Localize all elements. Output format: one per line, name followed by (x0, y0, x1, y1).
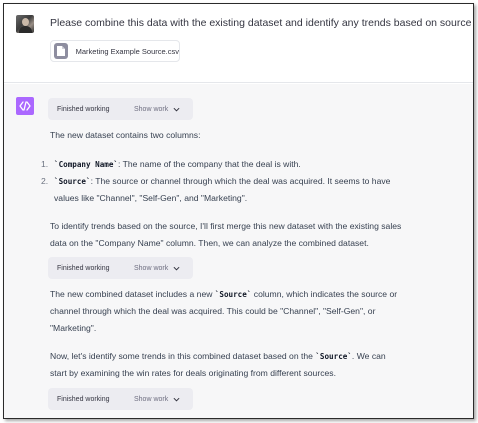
show-work-button[interactable]: Show work (134, 265, 168, 272)
work-status-label: Finished working (57, 395, 110, 403)
work-status-label: Finished working (57, 105, 110, 113)
show-work-button[interactable]: Show work (134, 106, 168, 113)
chevron-down-icon (173, 107, 180, 112)
list-text: : The name of the company that the deal … (118, 159, 301, 169)
attachment-chip[interactable]: Marketing Example Source.csv (50, 40, 180, 62)
text-segment: column, which indicates the source or (251, 289, 398, 299)
list-number: 2. (41, 176, 49, 186)
user-avatar (16, 15, 34, 33)
paragraph-line: "Marketing". (50, 323, 97, 333)
paragraph-line: Now, let's identify some trends in this … (50, 348, 386, 365)
list-text-continuation: values like "Channel", "Self-Gen", and "… (54, 193, 248, 203)
paragraph-line: The new combined dataset includes a new … (50, 286, 397, 303)
work-status-pill[interactable]: Finished working Show work (48, 257, 193, 279)
text-segment: Now, let's identify some trends in this … (50, 351, 316, 361)
user-message-text: Please combine this data with the existi… (50, 17, 472, 29)
paragraph-line: channel through which the deal was acqui… (50, 306, 376, 316)
inline-code: `Company Name` (54, 160, 119, 169)
inline-code: `Source` (214, 290, 252, 299)
list-item: 1. `Company Name`: The name of the compan… (41, 156, 301, 173)
text-segment: . We can (351, 351, 386, 361)
work-status-pill[interactable]: Finished working Show work (48, 388, 193, 410)
assistant-message: Finished working Show work The new datas… (4, 84, 473, 418)
inline-code: `Source` (315, 352, 352, 361)
inline-code: `Source` (54, 177, 91, 186)
code-brackets-icon (16, 97, 34, 115)
attachment-file-name: Marketing Example Source.csv (75, 46, 179, 56)
chat-window: Please combine this data with the existi… (3, 3, 474, 419)
paragraph-line: To identify trends based on the source, … (50, 221, 402, 231)
chevron-down-icon (173, 397, 180, 402)
intro-text: The new dataset contains two columns: (50, 130, 201, 140)
user-message: Please combine this data with the existi… (4, 4, 473, 83)
paragraph-line: start by examining the win rates for dea… (50, 368, 336, 378)
paragraph-line: data on the "Company Name" column. Then,… (50, 238, 369, 248)
list-item: 2. `Source`: The source or channel throug… (41, 173, 390, 190)
show-work-button[interactable]: Show work (134, 396, 168, 403)
list-text: : The source or channel through which th… (90, 176, 391, 186)
file-icon (54, 43, 68, 59)
work-status-label: Finished working (57, 264, 110, 272)
chevron-down-icon (173, 266, 180, 271)
text-segment: The new combined dataset includes a new (50, 289, 215, 299)
work-status-pill[interactable]: Finished working Show work (48, 98, 193, 120)
list-number: 1. (41, 159, 49, 169)
